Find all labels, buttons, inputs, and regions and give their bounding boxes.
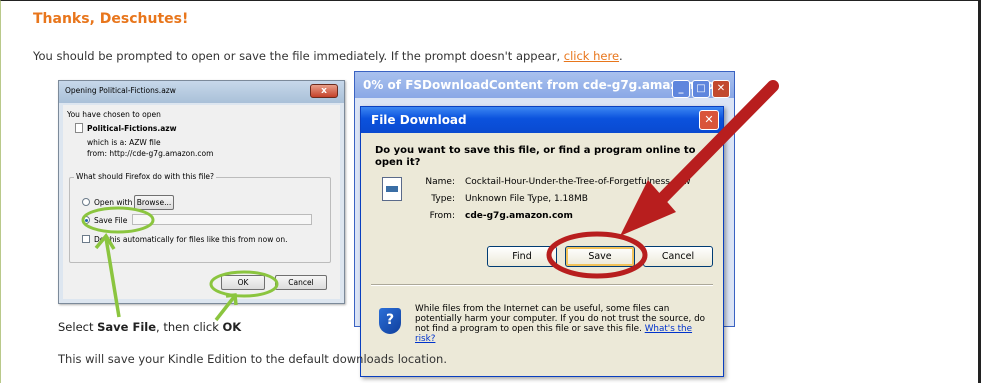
red-highlight-save (546, 231, 648, 279)
annotation-overlay (81, 80, 779, 322)
green-highlight-ok (209, 270, 279, 298)
green-arrow-ok (214, 295, 236, 322)
green-highlight-save-file (81, 206, 155, 234)
red-arrow-shaft (642, 80, 779, 219)
